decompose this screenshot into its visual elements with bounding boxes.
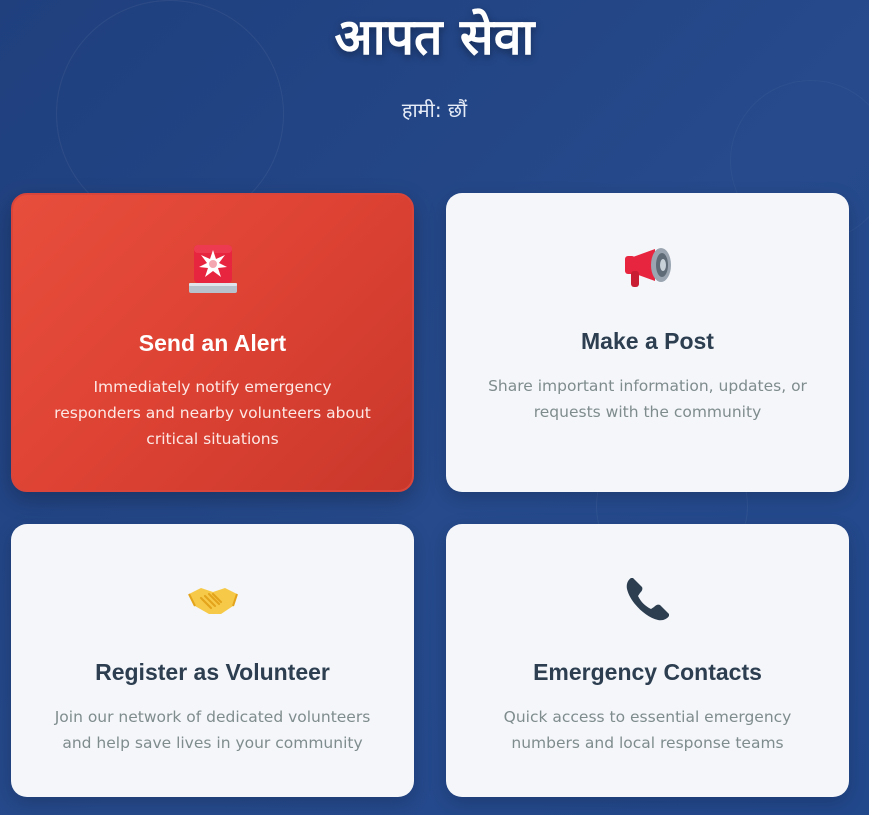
make-post-card[interactable]: Make a Post Share important information,…	[446, 193, 849, 492]
card-description: Quick access to essential emergency numb…	[503, 708, 792, 752]
card-description: Immediately notify emergency responders …	[54, 378, 371, 448]
handshake-icon	[11, 580, 414, 624]
emergency-contacts-card[interactable]: Emergency Contacts Quick access to essen…	[446, 524, 849, 797]
send-alert-card[interactable]: Send an Alert Immediately notify emergen…	[11, 193, 414, 492]
card-title: Make a Post	[581, 328, 714, 354]
phone-icon	[446, 574, 849, 628]
megaphone-icon	[446, 243, 849, 295]
page-subtitle: हामी: छौं	[401, 98, 468, 122]
register-volunteer-card[interactable]: Register as Volunteer Join our network o…	[11, 524, 414, 797]
card-title: Send an Alert	[138, 330, 287, 356]
card-title: Register as Volunteer	[95, 659, 330, 685]
card-description: Join our network of dedicated volunteers…	[54, 708, 371, 752]
page-title: आपत सेवा	[334, 8, 535, 66]
card-description: Share important information, updates, or…	[488, 377, 807, 421]
siren-icon	[13, 243, 412, 301]
card-title: Emergency Contacts	[533, 659, 762, 685]
